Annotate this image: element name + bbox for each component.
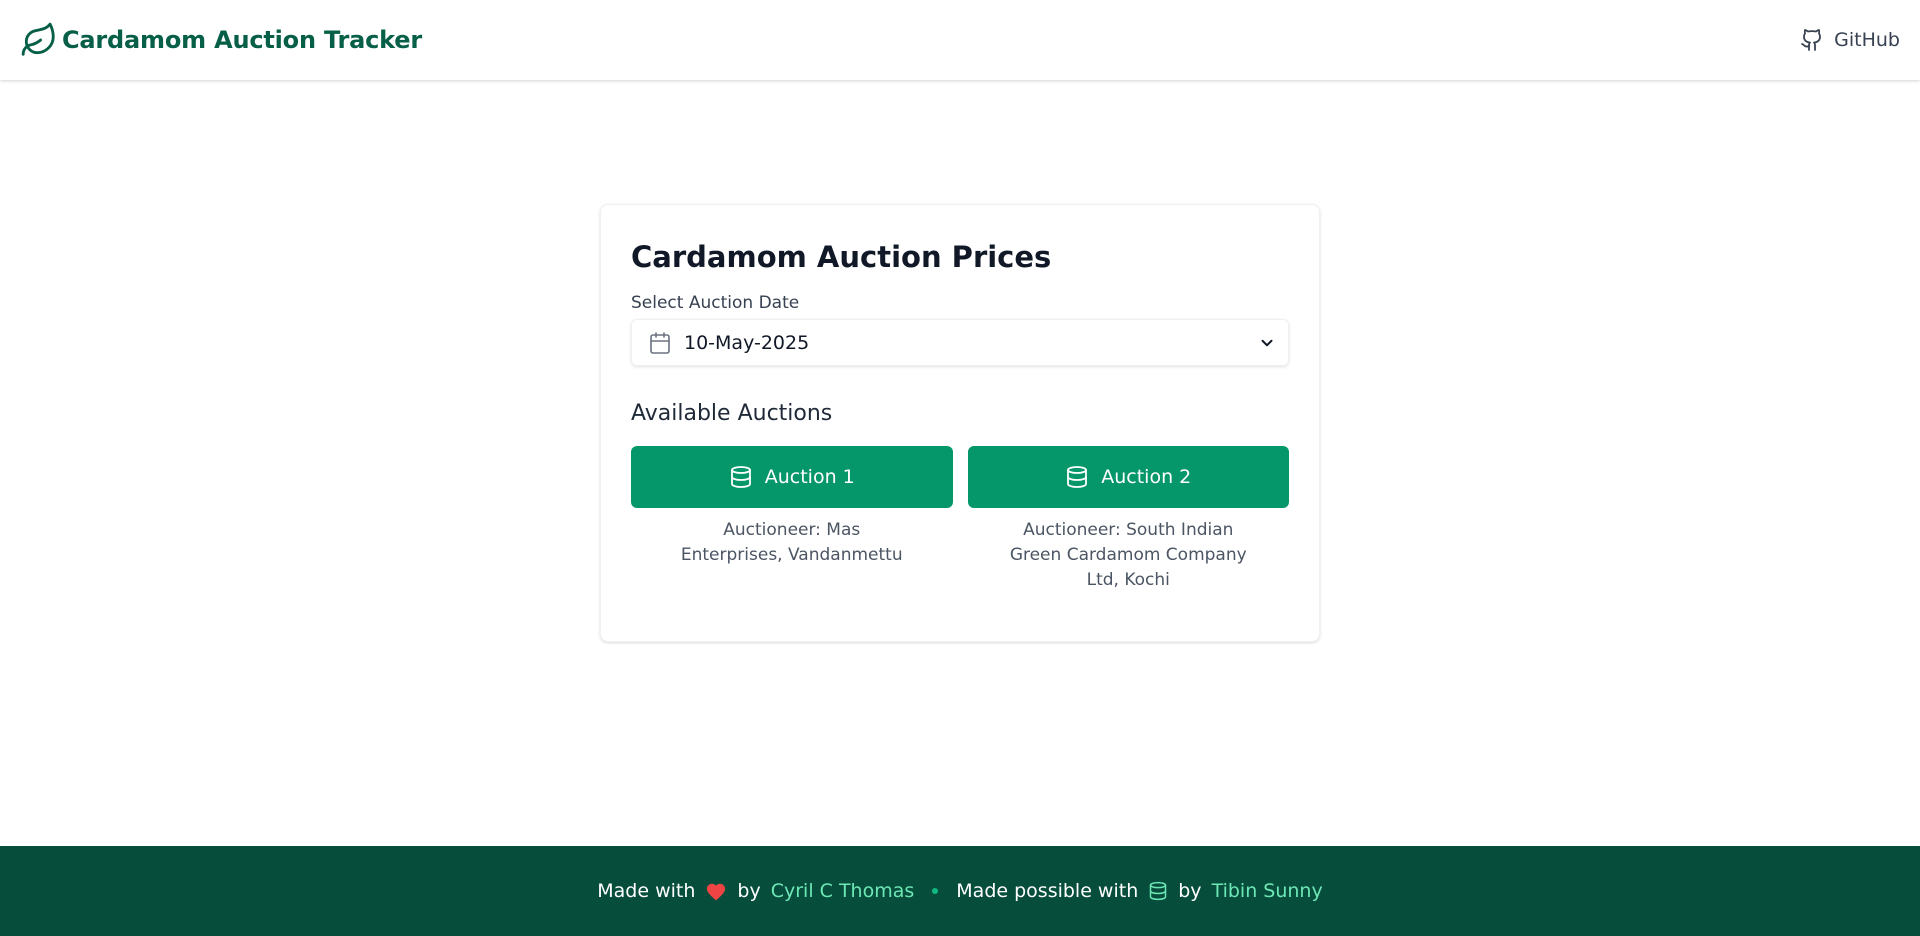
auction-item: Auction 1 Auctioneer: Mas Enterprises, V… — [631, 446, 953, 593]
heart-icon — [707, 883, 726, 901]
leaf-icon — [21, 22, 55, 56]
top-navbar: Cardamom Auction Tracker GitHub — [0, 0, 1920, 80]
auction-list: Auction 1 Auctioneer: Mas Enterprises, V… — [631, 446, 1289, 593]
made-with-text: Made with — [597, 880, 696, 902]
auctioneer-text: Auctioneer: Mas Enterprises, Vandanmettu — [680, 520, 903, 565]
auction-label: Auction 2 — [1101, 466, 1192, 488]
made-possible-text: Made possible with — [956, 880, 1139, 902]
by-text: by — [1178, 880, 1202, 902]
github-label: GitHub — [1834, 29, 1900, 51]
github-icon — [1801, 29, 1822, 51]
app-title: Cardamom Auction Tracker — [62, 26, 423, 54]
auction-date-select[interactable]: 10-May-2025 — [631, 319, 1289, 366]
date-select-label: Select Auction Date — [631, 293, 800, 313]
selected-date: 10-May-2025 — [684, 331, 810, 354]
chevron-down-icon — [1261, 339, 1273, 346]
card-title: Cardamom Auction Prices — [631, 240, 1052, 274]
separator-dot — [932, 888, 939, 894]
auction-2-button[interactable]: Auction 2 — [967, 446, 1289, 508]
auction-item: Auction 2 Auctioneer: South Indian Green… — [967, 446, 1289, 593]
footer: Made with by Cyril C Thomas Made possibl… — [0, 846, 1920, 936]
contributor-link[interactable]: Tibin Sunny — [1212, 880, 1323, 902]
brand[interactable]: Cardamom Auction Tracker — [20, 21, 422, 59]
author-link[interactable]: Cyril C Thomas — [771, 880, 915, 902]
auctioneer-text: Auctioneer: South Indian Green Cardamom … — [1009, 520, 1247, 590]
auction-label: Auction 1 — [764, 466, 855, 488]
database-icon — [1067, 466, 1088, 488]
by-text: by — [737, 880, 761, 902]
available-auctions-heading: Available Auctions — [631, 401, 833, 426]
calendar-icon — [650, 331, 670, 354]
github-link[interactable]: GitHub — [1800, 28, 1900, 52]
auction-1-button[interactable]: Auction 1 — [631, 446, 953, 508]
database-icon — [730, 466, 751, 488]
auction-prices-card: Cardamom Auction Prices Select Auction D… — [600, 204, 1320, 642]
database-icon — [1150, 881, 1167, 901]
